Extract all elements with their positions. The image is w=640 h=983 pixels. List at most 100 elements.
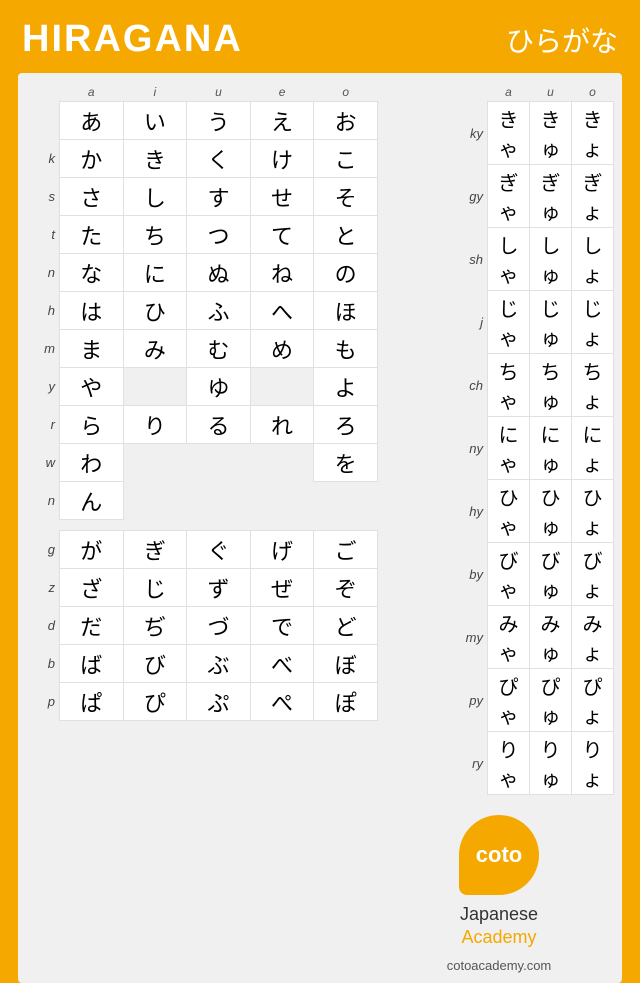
col-header-u: u — [187, 83, 251, 102]
kana-cell: よ — [314, 368, 378, 406]
kana-cell — [250, 482, 314, 520]
kana-cell: て — [250, 216, 314, 254]
combo-row-label: py — [384, 669, 488, 732]
combo-kana-cell: ちゅ — [530, 354, 572, 417]
academy-label: Academy — [461, 927, 536, 947]
coto-bubble: coto — [459, 815, 539, 895]
kana-cell: さ — [59, 178, 123, 216]
kana-cell: な — [59, 254, 123, 292]
kana-cell: す — [187, 178, 251, 216]
kana-cell — [314, 482, 378, 520]
dakuten-row-label: z — [26, 569, 59, 607]
col-header-o: o — [314, 83, 378, 102]
combo-kana-cell: みゃ — [488, 606, 530, 669]
row-label: h — [26, 292, 59, 330]
row-label: n — [26, 482, 59, 520]
kana-cell — [123, 368, 187, 406]
website-text: cotoacademy.com — [447, 958, 552, 973]
dakuten-kana-cell: ぐ — [187, 531, 251, 569]
kana-cell: ん — [59, 482, 123, 520]
combo-row-label: j — [384, 291, 488, 354]
kana-cell: つ — [187, 216, 251, 254]
dakuten-kana-cell: ぱ — [59, 683, 123, 721]
combo-kana-cell: ぎゅ — [530, 165, 572, 228]
dakuten-kana-cell: が — [59, 531, 123, 569]
combo-hiragana-table: a u o kyきゃきゅきょgyぎゃぎゅぎょshしゃしゅしょjじゃじゅじょchち… — [384, 83, 614, 795]
combo-kana-cell: りゃ — [488, 732, 530, 795]
combo-kana-cell: びゅ — [530, 543, 572, 606]
col-header-a: a — [59, 83, 123, 102]
combo-col-u: u — [530, 83, 572, 102]
combo-row-label: ny — [384, 417, 488, 480]
combo-kana-cell: ちゃ — [488, 354, 530, 417]
dakuten-kana-cell: ず — [187, 569, 251, 607]
coto-logo-text: coto — [476, 842, 522, 868]
combo-col-o: o — [572, 83, 614, 102]
kana-cell: は — [59, 292, 123, 330]
combo-kana-cell: しょ — [572, 228, 614, 291]
kana-cell: く — [187, 140, 251, 178]
kana-cell: ゆ — [187, 368, 251, 406]
dakuten-kana-cell: で — [250, 607, 314, 645]
combo-kana-cell: じゃ — [488, 291, 530, 354]
combo-col-a: a — [488, 83, 530, 102]
combo-kana-cell: しゅ — [530, 228, 572, 291]
kana-cell: に — [123, 254, 187, 292]
left-panel: a i u e o あいうえおkかきくけこsさしすせそtたちつてとnなにぬねのh… — [26, 83, 378, 973]
combo-kana-cell: みょ — [572, 606, 614, 669]
kana-cell: を — [314, 444, 378, 482]
combo-kana-cell: りょ — [572, 732, 614, 795]
dakuten-kana-cell: げ — [250, 531, 314, 569]
combo-kana-cell: にょ — [572, 417, 614, 480]
combo-kana-cell: りゅ — [530, 732, 572, 795]
combo-kana-cell: ぎゃ — [488, 165, 530, 228]
combo-row-label: hy — [384, 480, 488, 543]
combo-kana-cell: にゃ — [488, 417, 530, 480]
kana-cell — [187, 482, 251, 520]
kana-cell: み — [123, 330, 187, 368]
kana-cell: し — [123, 178, 187, 216]
kana-cell: の — [314, 254, 378, 292]
dakuten-row-label: d — [26, 607, 59, 645]
dakuten-kana-cell: ば — [59, 645, 123, 683]
kana-cell: と — [314, 216, 378, 254]
dakuten-kana-cell: び — [123, 645, 187, 683]
kana-cell: ね — [250, 254, 314, 292]
dakuten-kana-cell: ぎ — [123, 531, 187, 569]
kana-cell: ふ — [187, 292, 251, 330]
combo-row-label: gy — [384, 165, 488, 228]
kana-cell: ひ — [123, 292, 187, 330]
kana-cell: か — [59, 140, 123, 178]
japanese-label: Japanese — [460, 903, 538, 926]
kana-cell: む — [187, 330, 251, 368]
kana-cell: わ — [59, 444, 123, 482]
dakuten-kana-cell: ぼ — [314, 645, 378, 683]
kana-cell: り — [123, 406, 187, 444]
combo-kana-cell: びょ — [572, 543, 614, 606]
kana-cell: い — [123, 102, 187, 140]
kana-cell: せ — [250, 178, 314, 216]
kana-cell: お — [314, 102, 378, 140]
kana-cell: め — [250, 330, 314, 368]
combo-kana-cell: にゅ — [530, 417, 572, 480]
dakuten-kana-cell: ぜ — [250, 569, 314, 607]
row-label: t — [26, 216, 59, 254]
kana-cell: ぬ — [187, 254, 251, 292]
kana-cell: ま — [59, 330, 123, 368]
combo-kana-cell: びゃ — [488, 543, 530, 606]
combo-kana-cell: ぴょ — [572, 669, 614, 732]
combo-kana-cell: ぎょ — [572, 165, 614, 228]
row-label — [26, 102, 59, 140]
row-label: y — [26, 368, 59, 406]
dakuten-kana-cell: ぽ — [314, 683, 378, 721]
combo-row-label: sh — [384, 228, 488, 291]
page-title-kana: ひらがな — [506, 20, 618, 60]
dakuten-kana-cell: ぢ — [123, 607, 187, 645]
kana-cell — [187, 444, 251, 482]
kana-cell: け — [250, 140, 314, 178]
combo-kana-cell: みゅ — [530, 606, 572, 669]
dakuten-row-label: b — [26, 645, 59, 683]
combo-kana-cell: しゃ — [488, 228, 530, 291]
dakuten-kana-cell: ざ — [59, 569, 123, 607]
dakuten-kana-cell: ど — [314, 607, 378, 645]
